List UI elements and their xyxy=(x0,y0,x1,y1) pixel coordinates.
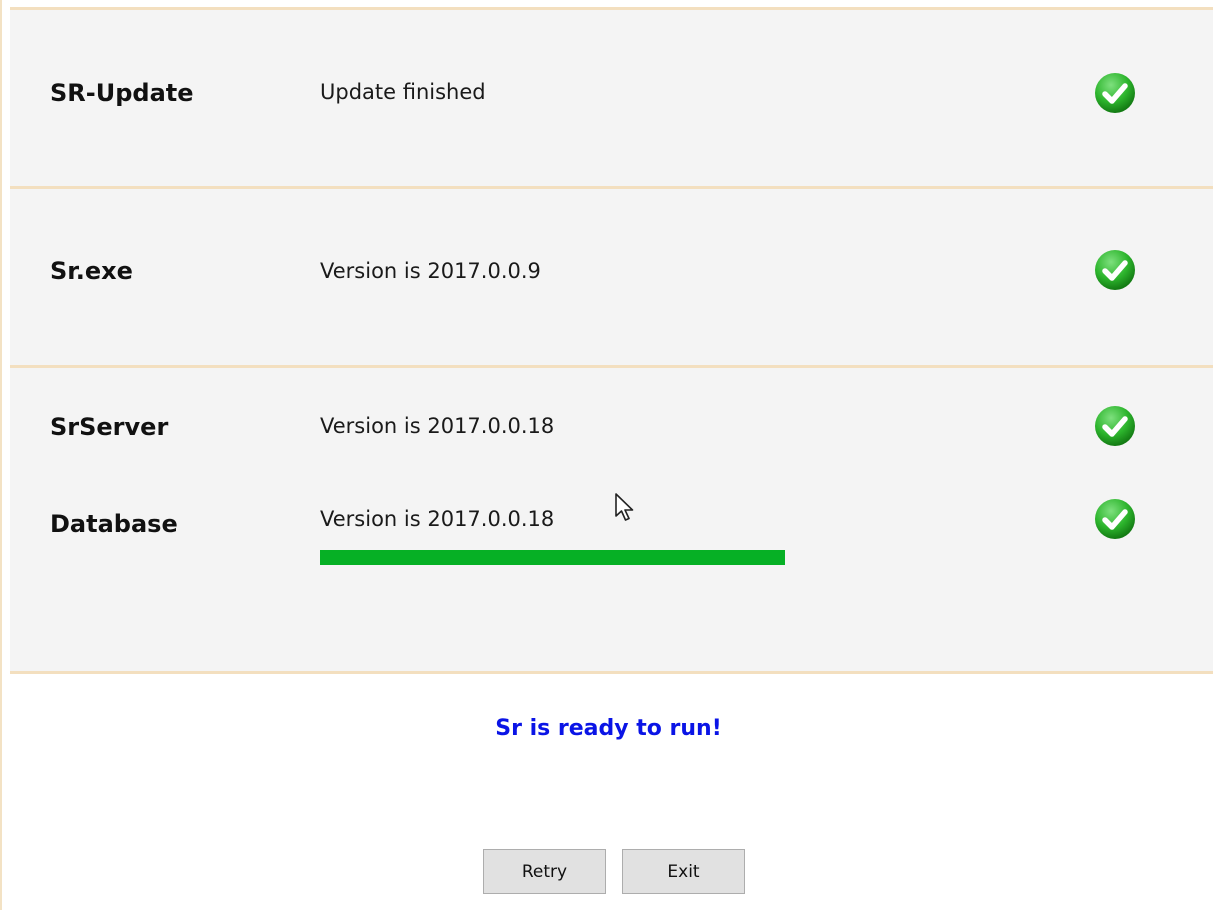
mouse-cursor-icon xyxy=(615,493,634,521)
row-name-srserver: SrServer xyxy=(50,413,169,441)
row-status-sr-update: Update finished xyxy=(320,80,486,104)
row-name-database: Database xyxy=(50,510,178,538)
row-status-database: Version is 2017.0.0.18 xyxy=(320,507,555,531)
check-circle-icon xyxy=(1095,250,1135,290)
database-progress-bar xyxy=(320,550,785,565)
ready-message: Sr is ready to run! xyxy=(495,716,722,741)
panel-divider xyxy=(10,671,1213,674)
check-circle-icon xyxy=(1095,73,1135,113)
progress-fill xyxy=(320,550,785,565)
panel-sr-exe: Sr.exe Version is 2017.0.0.9 xyxy=(10,189,1213,365)
updater-window: SR-Update Update finished Sr.exe Version… xyxy=(0,0,1213,910)
retry-button[interactable]: Retry xyxy=(483,849,606,894)
row-name-sr-exe: Sr.exe xyxy=(50,257,133,285)
row-status-sr-exe: Version is 2017.0.0.9 xyxy=(320,259,541,283)
row-status-srserver: Version is 2017.0.0.18 xyxy=(320,414,555,438)
row-name-sr-update: SR-Update xyxy=(50,79,194,107)
exit-button[interactable]: Exit xyxy=(622,849,745,894)
panel-server-database: SrServer Version is 2017.0.0.18 Database… xyxy=(10,368,1213,671)
check-circle-icon xyxy=(1095,499,1135,539)
panel-sr-update: SR-Update Update finished xyxy=(10,10,1213,186)
check-circle-icon xyxy=(1095,406,1135,446)
